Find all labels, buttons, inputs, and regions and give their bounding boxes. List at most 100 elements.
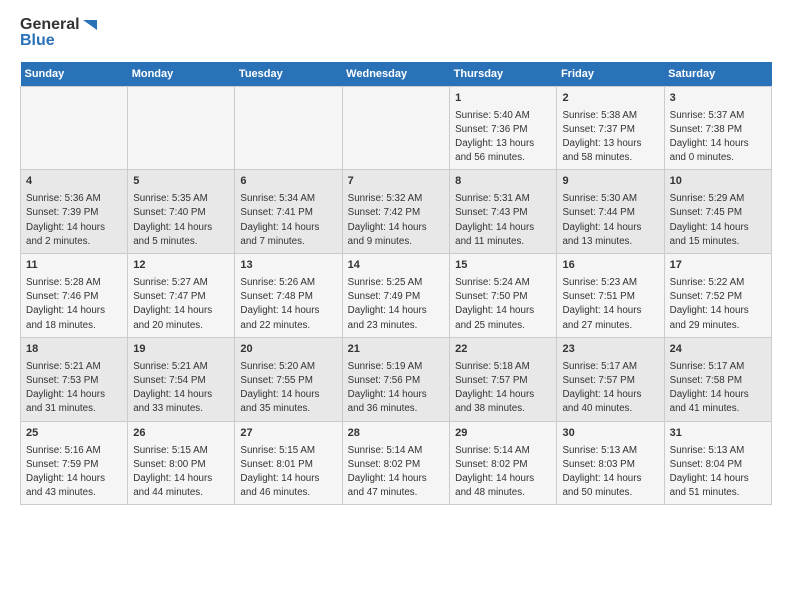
day-info: Sunrise: 5:28 AMSunset: 7:46 PMDaylight:… — [26, 276, 122, 333]
day-cell: 18 Sunrise: 5:21 AMSunset: 7:53 PMDayligh… — [21, 337, 128, 421]
week-row-1: 1 Sunrise: 5:40 AMSunset: 7:36 PMDaylight… — [21, 86, 772, 170]
day-number: 14 — [348, 258, 444, 274]
day-number: 4 — [26, 174, 122, 190]
day-info: Sunrise: 5:23 AMSunset: 7:51 PMDaylight:… — [562, 276, 658, 333]
day-info: Sunrise: 5:15 AMSunset: 8:01 PMDaylight:… — [240, 444, 336, 501]
day-info: Sunrise: 5:13 AMSunset: 8:04 PMDaylight:… — [670, 444, 766, 501]
day-number: 27 — [240, 426, 336, 442]
header-row: SundayMondayTuesdayWednesdayThursdayFrid… — [21, 62, 772, 87]
week-row-5: 25 Sunrise: 5:16 AMSunset: 7:59 PMDayligh… — [21, 421, 772, 505]
day-cell: 11 Sunrise: 5:28 AMSunset: 7:46 PMDayligh… — [21, 254, 128, 338]
day-info: Sunrise: 5:24 AMSunset: 7:50 PMDaylight:… — [455, 276, 551, 333]
day-number: 17 — [670, 258, 766, 274]
day-info: Sunrise: 5:36 AMSunset: 7:39 PMDaylight:… — [26, 192, 122, 249]
header-monday: Monday — [128, 62, 235, 87]
day-number: 11 — [26, 258, 122, 274]
day-cell — [21, 86, 128, 170]
day-number: 1 — [455, 91, 551, 107]
day-info: Sunrise: 5:21 AMSunset: 7:53 PMDaylight:… — [26, 360, 122, 417]
day-number: 18 — [26, 342, 122, 358]
week-row-2: 4 Sunrise: 5:36 AMSunset: 7:39 PMDaylight… — [21, 170, 772, 254]
day-cell: 29 Sunrise: 5:14 AMSunset: 8:02 PMDayligh… — [450, 421, 557, 505]
day-number: 23 — [562, 342, 658, 358]
day-cell: 27 Sunrise: 5:15 AMSunset: 8:01 PMDayligh… — [235, 421, 342, 505]
day-number: 2 — [562, 91, 658, 107]
day-info: Sunrise: 5:13 AMSunset: 8:03 PMDaylight:… — [562, 444, 658, 501]
day-cell: 1 Sunrise: 5:40 AMSunset: 7:36 PMDaylight… — [450, 86, 557, 170]
day-cell: 4 Sunrise: 5:36 AMSunset: 7:39 PMDaylight… — [21, 170, 128, 254]
day-number: 8 — [455, 174, 551, 190]
header-thursday: Thursday — [450, 62, 557, 87]
day-cell: 17Sunrise: 5:22 AMSunset: 7:52 PMDayligh… — [664, 254, 771, 338]
day-number: 26 — [133, 426, 229, 442]
day-info: Sunrise: 5:40 AMSunset: 7:36 PMDaylight:… — [455, 109, 551, 166]
day-cell: 24 Sunrise: 5:17 AMSunset: 7:58 PMDayligh… — [664, 337, 771, 421]
day-info: Sunrise: 5:16 AMSunset: 7:59 PMDaylight:… — [26, 444, 122, 501]
day-cell: 22Sunrise: 5:18 AMSunset: 7:57 PMDayligh… — [450, 337, 557, 421]
day-cell: 6 Sunrise: 5:34 AMSunset: 7:41 PMDaylight… — [235, 170, 342, 254]
day-cell: 2 Sunrise: 5:38 AMSunset: 7:37 PMDaylight… — [557, 86, 664, 170]
day-info: Sunrise: 5:15 AMSunset: 8:00 PMDaylight:… — [133, 444, 229, 501]
header-sunday: Sunday — [21, 62, 128, 87]
day-info: Sunrise: 5:25 AMSunset: 7:49 PMDaylight:… — [348, 276, 444, 333]
day-cell — [342, 86, 449, 170]
day-cell: 25 Sunrise: 5:16 AMSunset: 7:59 PMDayligh… — [21, 421, 128, 505]
day-info: Sunrise: 5:26 AMSunset: 7:48 PMDaylight:… — [240, 276, 336, 333]
day-info: Sunrise: 5:14 AMSunset: 8:02 PMDaylight:… — [348, 444, 444, 501]
day-number: 24 — [670, 342, 766, 358]
day-info: Sunrise: 5:31 AMSunset: 7:43 PMDaylight:… — [455, 192, 551, 249]
day-cell: 26 Sunrise: 5:15 AMSunset: 8:00 PMDayligh… — [128, 421, 235, 505]
day-info: Sunrise: 5:17 AMSunset: 7:57 PMDaylight:… — [562, 360, 658, 417]
day-cell: 9 Sunrise: 5:30 AMSunset: 7:44 PMDaylight… — [557, 170, 664, 254]
logo: General Blue — [20, 16, 99, 50]
day-number: 29 — [455, 426, 551, 442]
day-cell: 5Sunrise: 5:35 AMSunset: 7:40 PMDaylight… — [128, 170, 235, 254]
day-cell: 8 Sunrise: 5:31 AMSunset: 7:43 PMDaylight… — [450, 170, 557, 254]
day-number: 13 — [240, 258, 336, 274]
day-info: Sunrise: 5:18 AMSunset: 7:57 PMDaylight:… — [455, 360, 551, 417]
week-row-4: 18 Sunrise: 5:21 AMSunset: 7:53 PMDayligh… — [21, 337, 772, 421]
day-number: 16 — [562, 258, 658, 274]
day-info: Sunrise: 5:17 AMSunset: 7:58 PMDaylight:… — [670, 360, 766, 417]
day-cell — [128, 86, 235, 170]
day-number: 25 — [26, 426, 122, 442]
day-info: Sunrise: 5:37 AMSunset: 7:38 PMDaylight:… — [670, 109, 766, 166]
day-cell: 28Sunrise: 5:14 AMSunset: 8:02 PMDayligh… — [342, 421, 449, 505]
day-cell: 31Sunrise: 5:13 AMSunset: 8:04 PMDayligh… — [664, 421, 771, 505]
day-number: 9 — [562, 174, 658, 190]
day-cell: 21Sunrise: 5:19 AMSunset: 7:56 PMDayligh… — [342, 337, 449, 421]
logo-blue: Blue — [20, 32, 99, 50]
day-number: 19 — [133, 342, 229, 358]
day-cell: 19 Sunrise: 5:21 AMSunset: 7:54 PMDayligh… — [128, 337, 235, 421]
header-friday: Friday — [557, 62, 664, 87]
day-cell: 10 Sunrise: 5:29 AMSunset: 7:45 PMDayligh… — [664, 170, 771, 254]
header-saturday: Saturday — [664, 62, 771, 87]
day-number: 10 — [670, 174, 766, 190]
day-cell — [235, 86, 342, 170]
day-cell: 14 Sunrise: 5:25 AMSunset: 7:49 PMDayligh… — [342, 254, 449, 338]
day-info: Sunrise: 5:30 AMSunset: 7:44 PMDaylight:… — [562, 192, 658, 249]
day-number: 7 — [348, 174, 444, 190]
header: General Blue — [20, 16, 772, 50]
day-cell: 13 Sunrise: 5:26 AMSunset: 7:48 PMDayligh… — [235, 254, 342, 338]
day-info: Sunrise: 5:34 AMSunset: 7:41 PMDaylight:… — [240, 192, 336, 249]
day-cell: 23 Sunrise: 5:17 AMSunset: 7:57 PMDayligh… — [557, 337, 664, 421]
day-info: Sunrise: 5:29 AMSunset: 7:45 PMDaylight:… — [670, 192, 766, 249]
day-info: Sunrise: 5:19 AMSunset: 7:56 PMDaylight:… — [348, 360, 444, 417]
week-row-3: 11 Sunrise: 5:28 AMSunset: 7:46 PMDayligh… — [21, 254, 772, 338]
day-info: Sunrise: 5:14 AMSunset: 8:02 PMDaylight:… — [455, 444, 551, 501]
day-cell: 20Sunrise: 5:20 AMSunset: 7:55 PMDayligh… — [235, 337, 342, 421]
day-info: Sunrise: 5:38 AMSunset: 7:37 PMDaylight:… — [562, 109, 658, 166]
day-cell: 16 Sunrise: 5:23 AMSunset: 7:51 PMDayligh… — [557, 254, 664, 338]
day-number: 5 — [133, 174, 229, 190]
day-cell: 30 Sunrise: 5:13 AMSunset: 8:03 PMDayligh… — [557, 421, 664, 505]
day-info: Sunrise: 5:32 AMSunset: 7:42 PMDaylight:… — [348, 192, 444, 249]
day-number: 3 — [670, 91, 766, 107]
day-number: 12 — [133, 258, 229, 274]
day-number: 30 — [562, 426, 658, 442]
day-number: 6 — [240, 174, 336, 190]
day-info: Sunrise: 5:27 AMSunset: 7:47 PMDaylight:… — [133, 276, 229, 333]
day-info: Sunrise: 5:21 AMSunset: 7:54 PMDaylight:… — [133, 360, 229, 417]
day-cell: 3 Sunrise: 5:37 AMSunset: 7:38 PMDaylight… — [664, 86, 771, 170]
day-cell: 12 Sunrise: 5:27 AMSunset: 7:47 PMDayligh… — [128, 254, 235, 338]
